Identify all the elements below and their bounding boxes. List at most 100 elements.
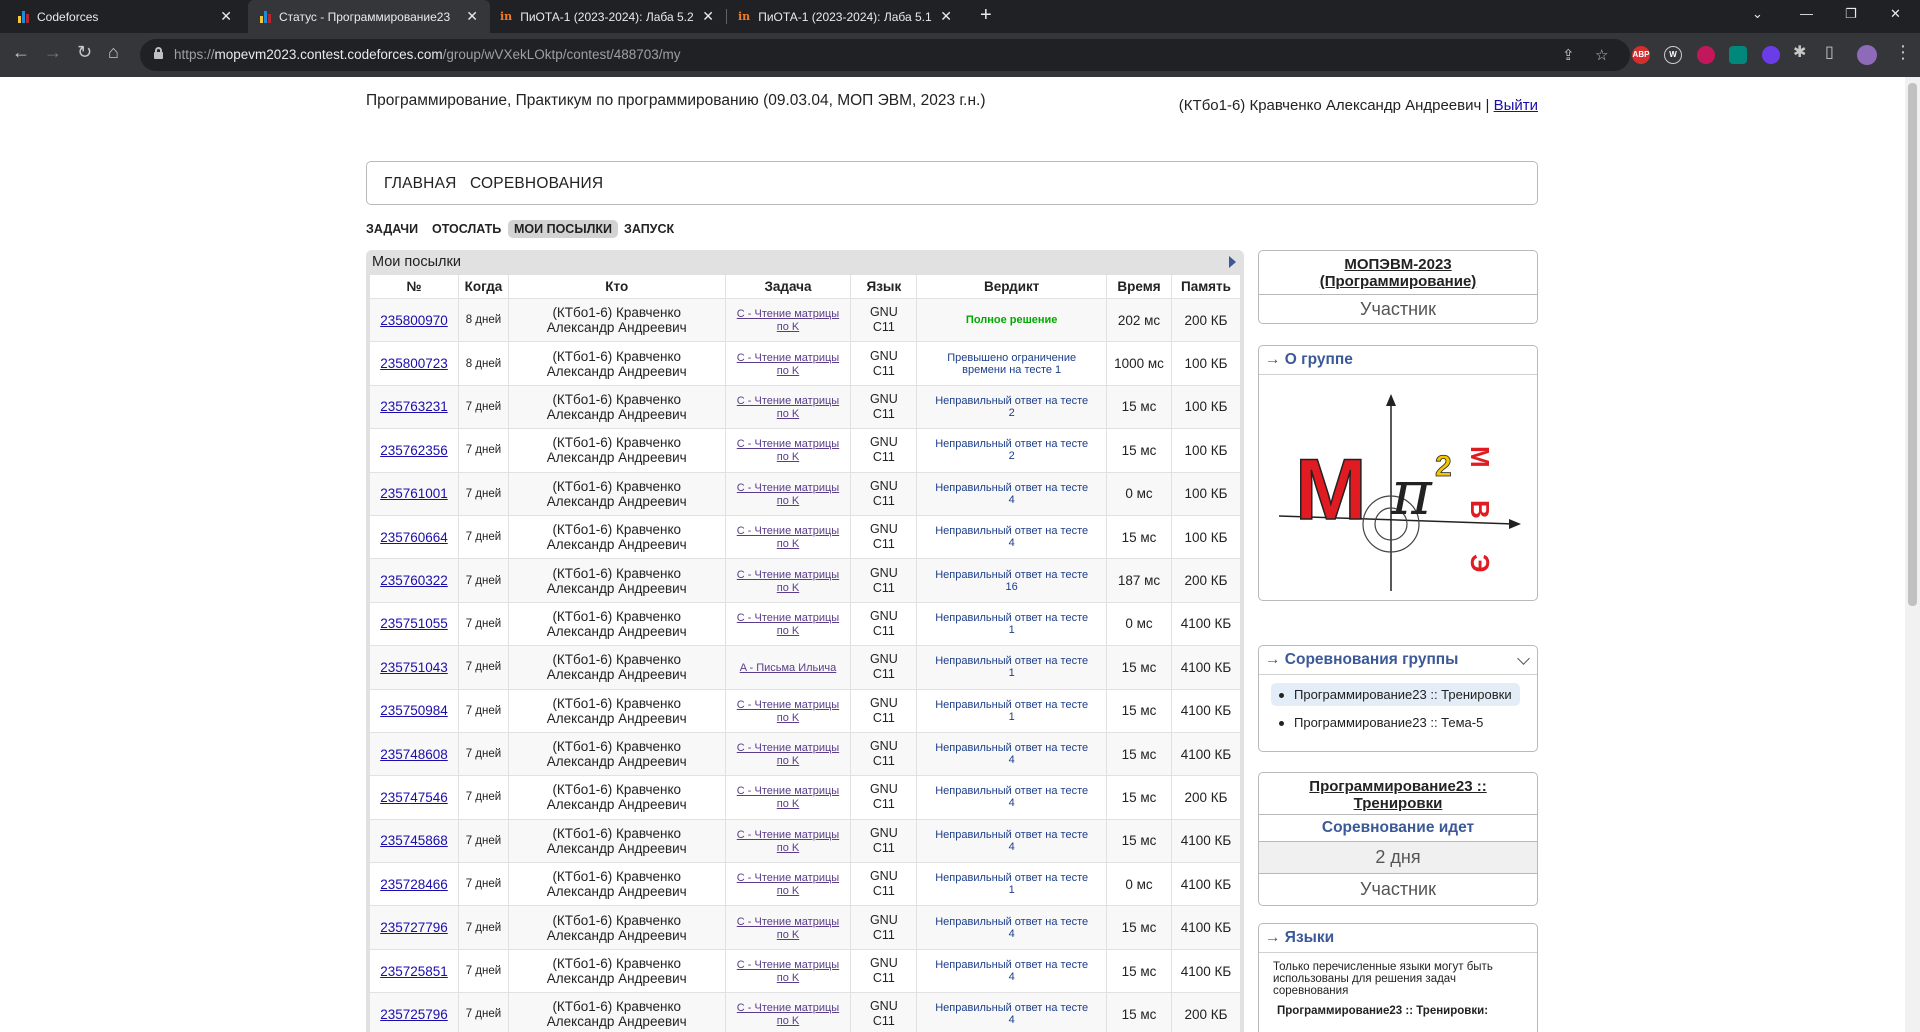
submission-id-link[interactable]: 235762356: [380, 443, 448, 458]
problem-link[interactable]: C - Чтение матрицы по K: [737, 785, 839, 810]
about-group-caption[interactable]: → О группе: [1259, 346, 1537, 375]
group-contests-caption[interactable]: → Соревнования группы: [1259, 646, 1537, 675]
problem-link-line[interactable]: по K: [777, 495, 799, 507]
problem-link[interactable]: C - Чтение матрицы по K: [737, 482, 839, 507]
address-bar[interactable]: https://mopevm2023.contest.codeforces.co…: [140, 39, 1630, 71]
share-icon[interactable]: ⇪: [1562, 46, 1575, 64]
author-line[interactable]: (КТбо1-6) Кравченко: [509, 826, 725, 841]
author-line[interactable]: Александр Андреевич: [509, 1014, 725, 1029]
problem-link-line[interactable]: по K: [777, 712, 799, 724]
problem-link-line[interactable]: по K: [777, 885, 799, 897]
author-line[interactable]: (КТбо1-6) Кравченко: [509, 913, 725, 928]
submission-author[interactable]: (КТбо1-6) Кравченко Александр Андреевич: [507, 514, 726, 560]
back-icon[interactable]: ←: [12, 42, 30, 63]
submission-verdict[interactable]: Полное решение: [916, 297, 1108, 343]
adblock-extension-icon[interactable]: ABP: [1632, 46, 1650, 64]
forward-icon[interactable]: →: [44, 42, 62, 63]
problem-link[interactable]: C - Чтение матрицы по K: [737, 829, 839, 854]
submission-author[interactable]: (КТбо1-6) Кравченко Александр Андреевич: [507, 558, 726, 603]
problem-link-line[interactable]: по K: [777, 582, 799, 594]
page-scrollbar[interactable]: [1905, 77, 1920, 1032]
submission-author[interactable]: (КТбо1-6) Кравченко Александр Андреевич: [507, 297, 726, 343]
submission-verdict[interactable]: Неправильный ответ на тесте 1: [916, 688, 1108, 733]
problem-link[interactable]: C - Чтение матрицы по K: [737, 612, 839, 637]
problem-link[interactable]: C - Чтение матрицы по K: [737, 569, 839, 594]
current-contest-title[interactable]: Программирование23 :: Тренировки: [1259, 773, 1537, 814]
problem-link-line[interactable]: C - Чтение матрицы: [737, 438, 839, 450]
submission-author[interactable]: (КТбо1-6) Кравченко Александр Андреевич: [507, 862, 726, 907]
problem-link-line[interactable]: по K: [777, 929, 799, 941]
problem-link[interactable]: C - Чтение матрицы по K: [737, 1002, 839, 1027]
new-tab-button[interactable]: +: [980, 4, 992, 27]
submission-id-link[interactable]: 235725851: [380, 964, 448, 979]
problem-link[interactable]: C - Чтение матрицы по K: [737, 525, 839, 550]
group-title-line[interactable]: (Программирование): [1259, 273, 1537, 290]
window-close-icon[interactable]: ✕: [1890, 6, 1901, 22]
submission-id-link[interactable]: 235727796: [380, 920, 448, 935]
problem-link-line[interactable]: по K: [777, 321, 799, 333]
submission-verdict[interactable]: Неправильный ответ на тесте 1: [916, 645, 1108, 690]
submission-author[interactable]: (КТбо1-6) Кравченко Александр Андреевич: [507, 688, 726, 733]
submission-id-link[interactable]: 235725796: [380, 1007, 448, 1022]
author-line[interactable]: (КТбо1-6) Кравченко: [509, 305, 725, 320]
author-line[interactable]: Александр Андреевич: [509, 624, 725, 639]
author-line[interactable]: (КТбо1-6) Кравченко: [509, 652, 725, 667]
restore-icon[interactable]: ❐: [1845, 6, 1857, 22]
submission-id-link[interactable]: 235728466: [380, 877, 448, 892]
submission-verdict[interactable]: Неправильный ответ на тесте 4: [916, 775, 1108, 820]
problem-link-line[interactable]: C - Чтение матрицы: [737, 785, 839, 797]
submission-verdict[interactable]: Неправильный ответ на тесте 4: [916, 731, 1108, 777]
submission-author[interactable]: (КТбо1-6) Кравченко Александр Андреевич: [507, 428, 726, 473]
author-line[interactable]: (КТбо1-6) Кравченко: [509, 782, 725, 797]
submission-id-link[interactable]: 235748608: [380, 747, 448, 762]
problem-link-line[interactable]: C - Чтение матрицы: [737, 569, 839, 581]
tab-search-icon[interactable]: ⌄: [1752, 6, 1763, 22]
tab-piota-5-2[interactable]: in ПиОТА-1 (2023-2024): Лаба 5.2 ✕: [490, 0, 726, 33]
author-line[interactable]: Александр Андреевич: [509, 971, 725, 986]
submission-verdict[interactable]: Превышено ограничение времени на тесте 1: [916, 341, 1108, 386]
problem-link-line[interactable]: C - Чтение матрицы: [737, 308, 839, 320]
submission-id-link[interactable]: 235751055: [380, 616, 448, 631]
author-line[interactable]: (КТбо1-6) Кравченко: [509, 739, 725, 754]
problem-link[interactable]: C - Чтение матрицы по K: [737, 395, 839, 420]
problem-link-line[interactable]: C - Чтение матрицы: [737, 482, 839, 494]
languages-caption[interactable]: → Языки: [1259, 924, 1537, 953]
author-line[interactable]: (КТбо1-6) Кравченко: [509, 522, 725, 537]
submission-verdict[interactable]: Неправильный ответ на тесте 2: [916, 384, 1108, 430]
author-line[interactable]: (КТбо1-6) Кравченко: [509, 435, 725, 450]
problem-link-line[interactable]: по K: [777, 798, 799, 810]
problem-link-line[interactable]: C - Чтение матрицы: [737, 742, 839, 754]
submission-author[interactable]: (КТбо1-6) Кравченко Александр Андреевич: [507, 384, 726, 430]
submission-id-link[interactable]: 235761001: [380, 486, 448, 501]
problem-link[interactable]: C - Чтение матрицы по K: [737, 916, 839, 941]
submission-id-link[interactable]: 235760664: [380, 530, 448, 545]
author-line[interactable]: (КТбо1-6) Кравченко: [509, 479, 725, 494]
scrollbar-thumb[interactable]: [1908, 83, 1917, 606]
author-line[interactable]: (КТбо1-6) Кравченко: [509, 392, 725, 407]
current-contest-title-line[interactable]: Тренировки: [1259, 795, 1537, 812]
submission-author[interactable]: (КТбо1-6) Кравченко Александр Андреевич: [507, 601, 726, 647]
submission-author[interactable]: (КТбо1-6) Кравченко Александр Андреевич: [507, 341, 726, 386]
problem-link-line[interactable]: C - Чтение матрицы: [737, 525, 839, 537]
problem-link[interactable]: C - Чтение матрицы по K: [737, 959, 839, 984]
author-line[interactable]: Александр Андреевич: [509, 797, 725, 812]
submission-id-link[interactable]: 235800723: [380, 356, 448, 371]
group-title-line[interactable]: МОПЭВМ-2023: [1259, 256, 1537, 273]
author-line[interactable]: (КТбо1-6) Кравченко: [509, 566, 725, 581]
author-line[interactable]: Александр Андреевич: [509, 364, 725, 379]
submenu-my-submissions[interactable]: МОИ ПОСЫЛКИ: [508, 220, 618, 238]
author-line[interactable]: (КТбо1-6) Кравченко: [509, 956, 725, 971]
author-line[interactable]: (КТбо1-6) Кравченко: [509, 349, 725, 364]
bookmark-star-icon[interactable]: ☆: [1595, 46, 1608, 64]
submission-author[interactable]: (КТбо1-6) Кравченко Александр Андреевич: [507, 471, 726, 516]
author-line[interactable]: Александр Андреевич: [509, 581, 725, 596]
author-line[interactable]: (КТбо1-6) Кравченко: [509, 696, 725, 711]
problem-link-line[interactable]: C - Чтение матрицы: [737, 352, 839, 364]
author-line[interactable]: (КТбо1-6) Кравченко: [509, 999, 725, 1014]
submission-id-link[interactable]: 235760322: [380, 573, 448, 588]
problem-link-line[interactable]: C - Чтение матрицы: [737, 699, 839, 711]
group-title[interactable]: МОПЭВМ-2023 (Программирование): [1259, 251, 1537, 294]
current-contest-title-line[interactable]: Программирование23 ::: [1259, 778, 1537, 795]
submission-id-link[interactable]: 235763231: [380, 399, 448, 414]
submission-verdict[interactable]: Неправильный ответ на тесте 4: [916, 471, 1108, 516]
